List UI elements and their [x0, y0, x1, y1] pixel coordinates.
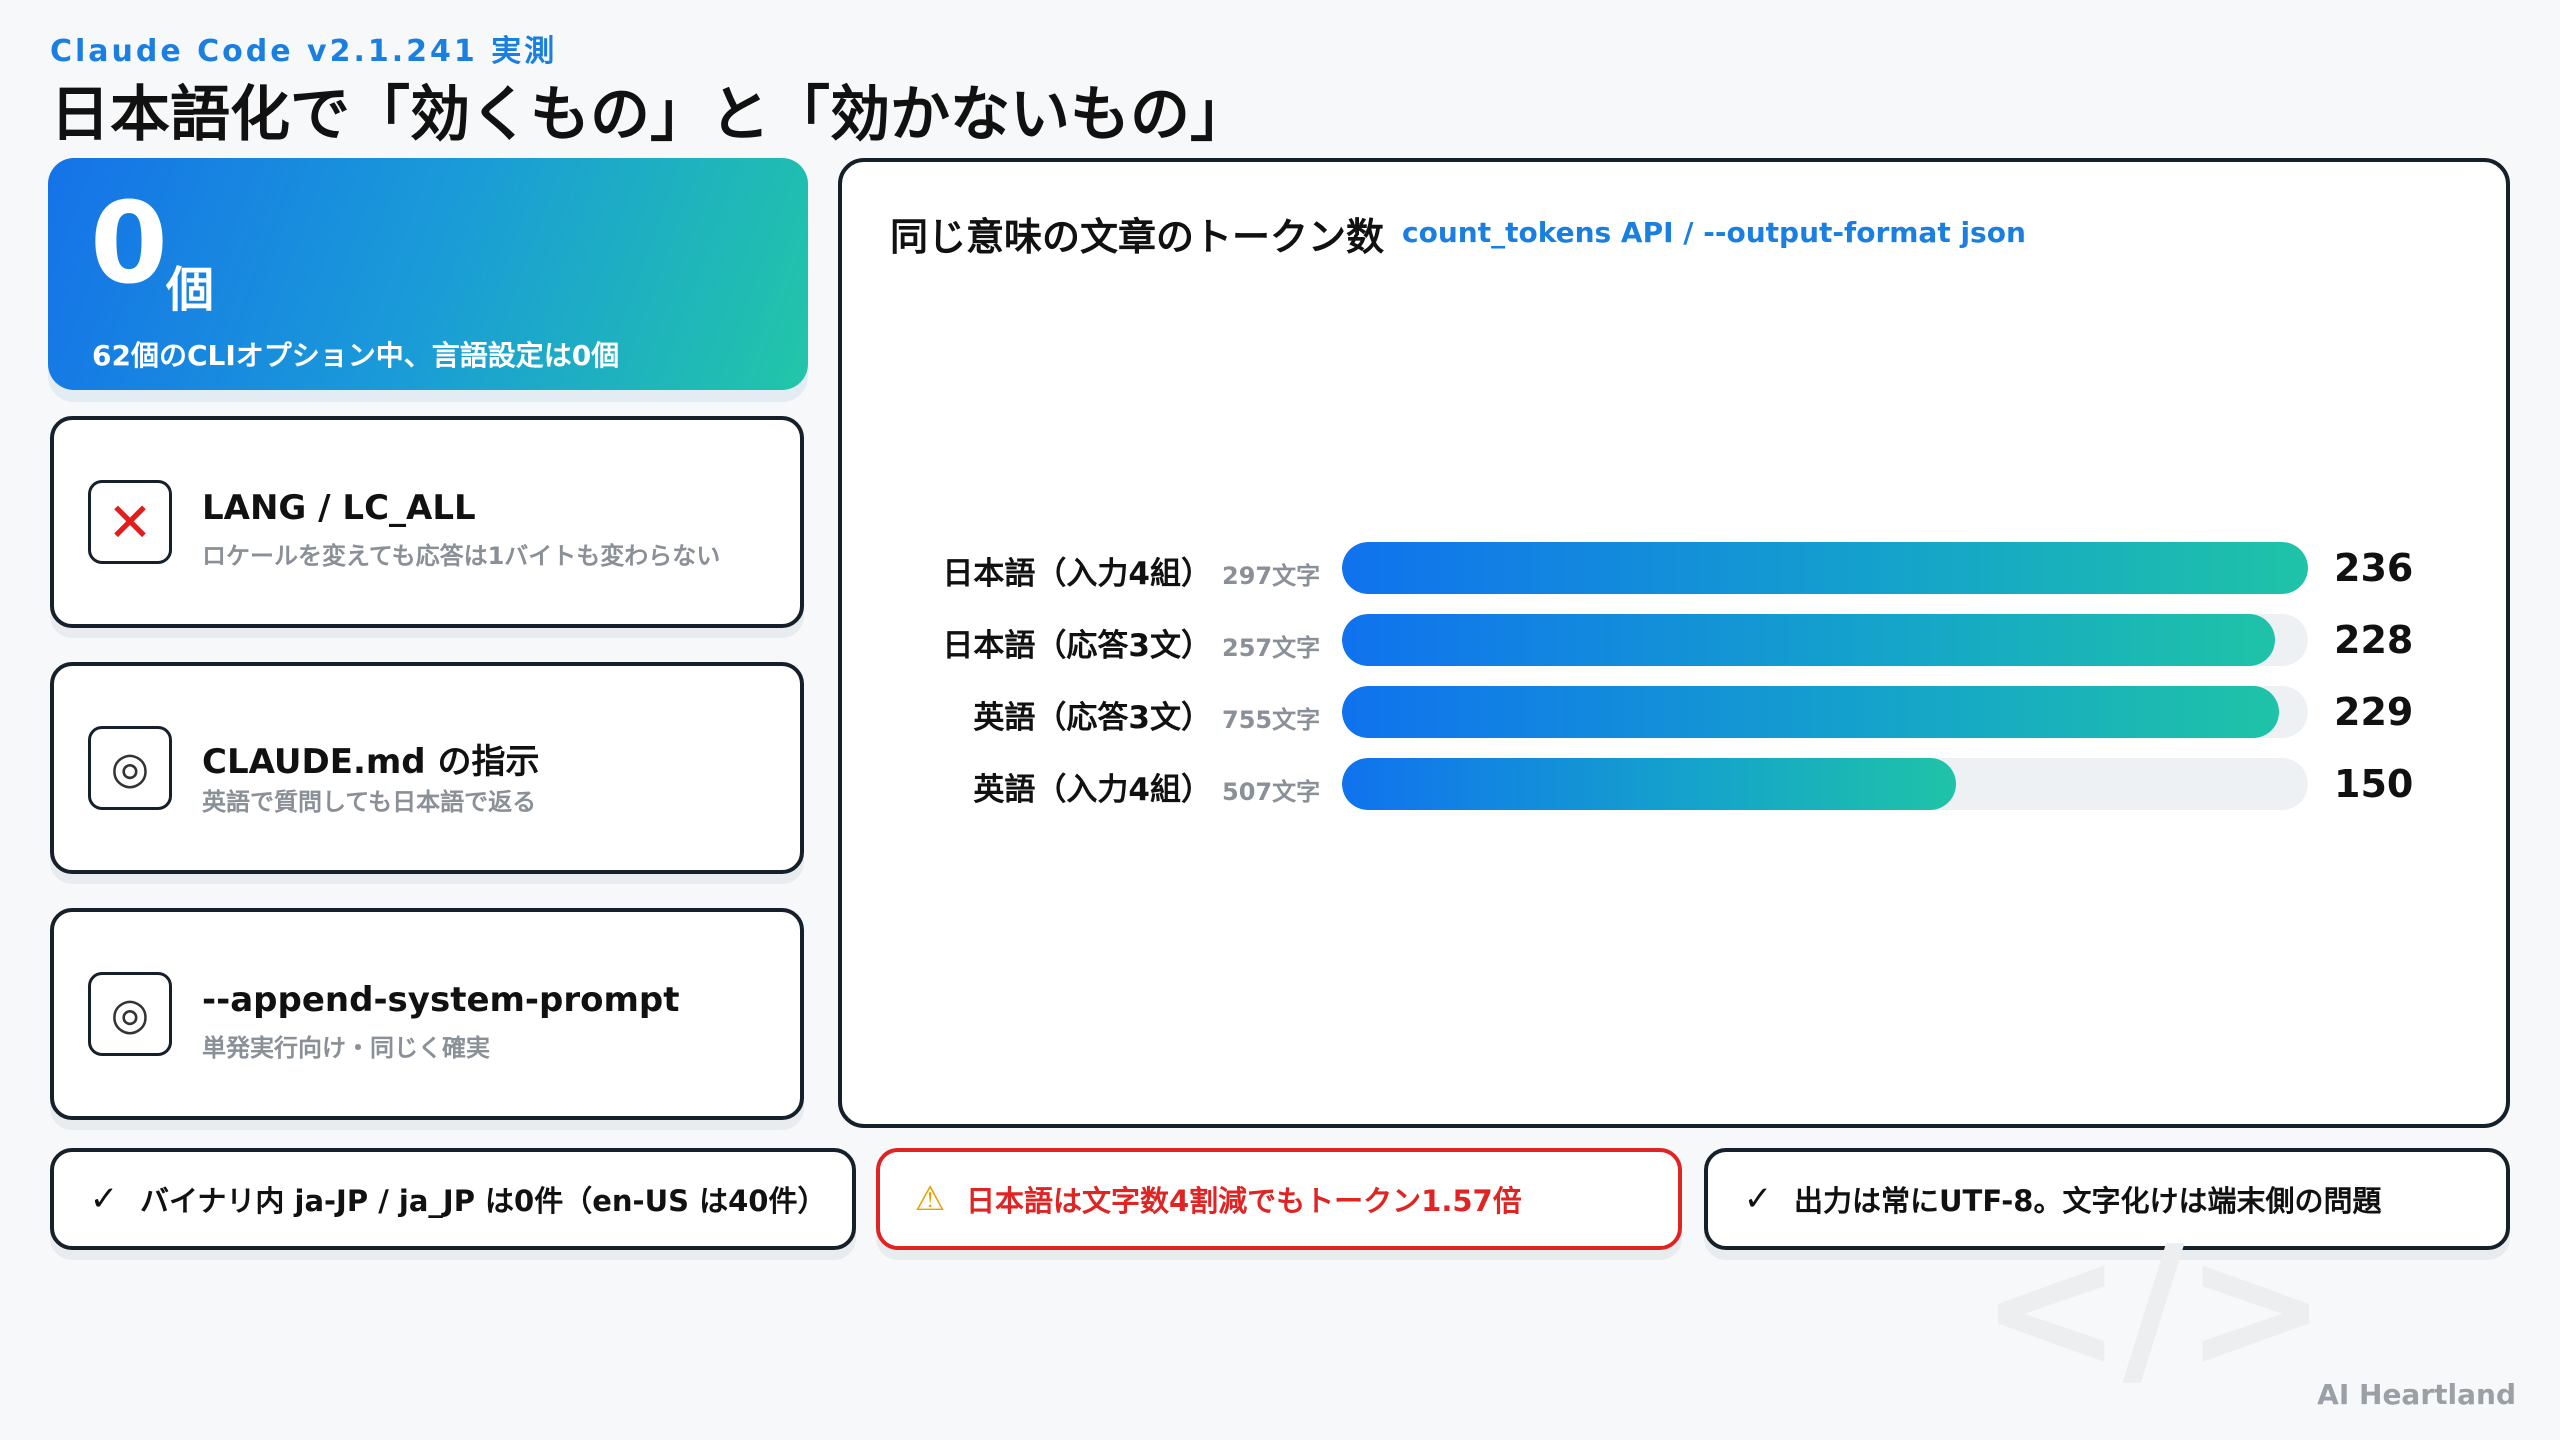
bar-char-count: 755文字: [1222, 706, 1321, 734]
bar-track: [1342, 686, 2308, 738]
note-text: 日本語は文字数4割減でもトークン1.57倍: [966, 1184, 1522, 1218]
option-title: CLAUDE.md の指示: [202, 742, 540, 782]
option-title: --append-system-prompt: [202, 980, 680, 1020]
bar-track: [1342, 614, 2308, 666]
option-subtitle: 英語で質問しても日本語で返る: [202, 788, 537, 816]
chart-subtitle: count_tokens API / --output-format json: [1402, 216, 2026, 249]
warning-icon: ⚠: [914, 1179, 946, 1219]
token-chart-card: 同じ意味の文章のトークン数 count_tokens API / --outpu…: [838, 158, 2510, 1128]
brand-logo: AI Heartland: [2317, 1378, 2516, 1411]
bar-value: 150: [2334, 762, 2414, 806]
bar-fill: [1342, 686, 2279, 738]
bar-track: [1342, 542, 2308, 594]
hero-number: 0: [90, 179, 168, 309]
option-card-append-system-prompt: ◎ --append-system-prompt 単発実行向け・同じく確実: [50, 908, 804, 1120]
page-title: 日本語化で「効くもの」と「効かないもの」: [50, 80, 1250, 150]
option-subtitle: ロケールを変えても応答は1バイトも変わらない: [202, 542, 721, 570]
hero-subtitle: 62個のCLIオプション中、言語設定は0個: [92, 339, 620, 372]
circle-icon: ◎: [88, 972, 172, 1056]
note-token-warning: ⚠ 日本語は文字数4割減でもトークン1.57倍: [876, 1148, 1682, 1250]
bar-label: 日本語（応答3文）: [942, 628, 1212, 664]
bar-track: [1342, 758, 2308, 810]
circle-icon: ◎: [88, 726, 172, 810]
option-card-claude-md: ◎ CLAUDE.md の指示 英語で質問しても日本語で返る: [50, 662, 804, 874]
option-title: LANG / LC_ALL: [202, 488, 476, 528]
bar-row: 英語（応答3文） 755文字 229: [842, 686, 2506, 746]
bar-value: 236: [2334, 546, 2414, 590]
check-icon: ✓: [1743, 1179, 1773, 1219]
bar-value: 228: [2334, 618, 2414, 662]
bar-char-count: 257文字: [1222, 634, 1321, 662]
option-card-lang: ✕ LANG / LC_ALL ロケールを変えても応答は1バイトも変わらない: [50, 416, 804, 628]
bar-label: 英語（応答3文）: [973, 700, 1212, 736]
bar-fill: [1342, 614, 2275, 666]
bar-label: 英語（入力4組）: [973, 772, 1212, 808]
option-subtitle: 単発実行向け・同じく確実: [202, 1034, 490, 1062]
chart-title: 同じ意味の文章のトークン数: [890, 215, 1385, 259]
hero-unit: 個: [166, 262, 215, 318]
bar-char-count: 507文字: [1222, 778, 1321, 806]
bar-row: 英語（入力4組） 507文字 150: [842, 758, 2506, 818]
bar-fill: [1342, 542, 2308, 594]
note-binary-locale: ✓ バイナリ内 ja-JP / ja_JP は0件（en-US は40件）: [50, 1148, 856, 1250]
code-watermark-icon: </>: [1980, 1210, 2327, 1408]
bar-char-count: 297文字: [1222, 562, 1321, 590]
bar-label: 日本語（入力4組）: [942, 556, 1212, 592]
note-text: バイナリ内 ja-JP / ja_JP は0件（en-US は40件）: [140, 1184, 827, 1218]
bar-value: 229: [2334, 690, 2414, 734]
bar-row: 日本語（応答3文） 257文字 228: [842, 614, 2506, 674]
bar-fill: [1342, 758, 1956, 810]
check-icon: ✓: [89, 1179, 119, 1219]
bar-row: 日本語（入力4組） 297文字 236: [842, 542, 2506, 602]
hero-stat-card: 0 個 62個のCLIオプション中、言語設定は0個: [48, 158, 808, 390]
eyebrow-label: Claude Code v2.1.241 実測: [50, 34, 558, 69]
cross-icon: ✕: [88, 480, 172, 564]
